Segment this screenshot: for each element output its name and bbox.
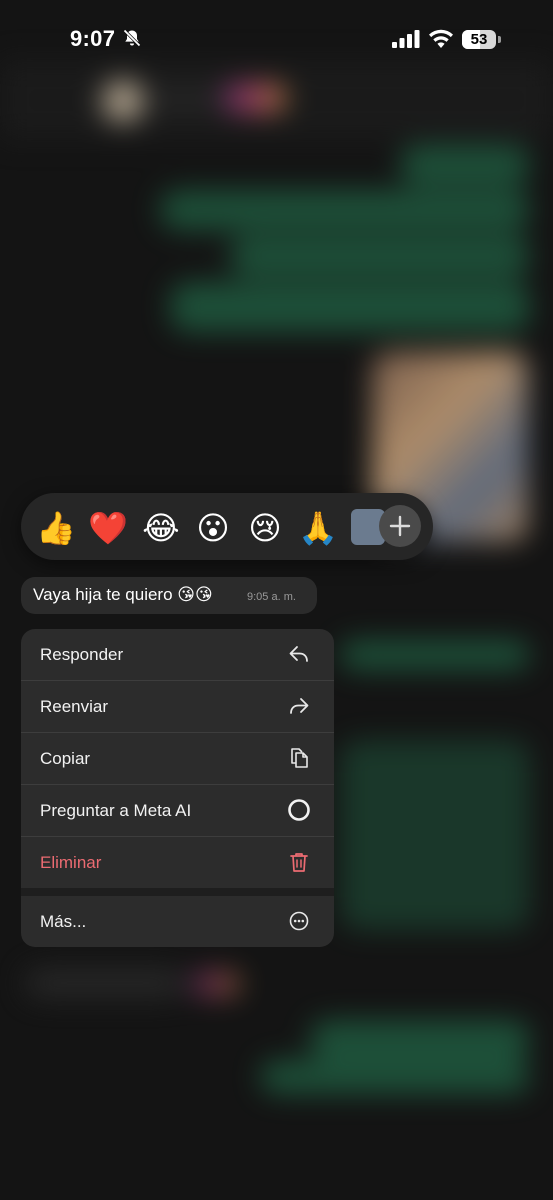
battery-level: 53 bbox=[470, 31, 488, 48]
bell-muted-icon bbox=[123, 29, 141, 47]
menu-item-label: Responder bbox=[40, 645, 124, 664]
reaction-praying[interactable]: 🙏 bbox=[298, 508, 338, 548]
bubble-blurred bbox=[25, 968, 185, 998]
message-context-menu: Responder Reenviar Copiar Preguntar a Me… bbox=[21, 629, 334, 947]
copy-icon bbox=[291, 748, 308, 768]
bubble-blurred bbox=[160, 190, 530, 230]
menu-item-reply[interactable]: Responder bbox=[21, 629, 334, 681]
reaction-crying[interactable]: 😢 bbox=[245, 508, 285, 548]
meta-ai-icon bbox=[288, 799, 310, 821]
contact-name-blurred bbox=[150, 88, 220, 110]
plus-icon bbox=[389, 515, 411, 537]
status-pill-blurred bbox=[222, 84, 286, 112]
menu-item-copy[interactable]: Copiar bbox=[21, 733, 334, 785]
menu-item-label: Preguntar a Meta AI bbox=[40, 801, 192, 820]
menu-item-label: Copiar bbox=[40, 749, 91, 768]
reaction-surprised[interactable]: 😮 bbox=[193, 508, 233, 548]
reaction-thumbs-up[interactable]: 👍 bbox=[36, 508, 76, 548]
status-bar: 9:07 53 bbox=[0, 0, 553, 80]
forward-icon bbox=[290, 698, 309, 714]
status-time: 9:07 bbox=[70, 26, 116, 51]
more-icon bbox=[289, 911, 309, 931]
menu-item-forward[interactable]: Reenviar bbox=[21, 681, 334, 733]
menu-item-label: Eliminar bbox=[40, 853, 102, 872]
menu-item-ask-meta-ai[interactable]: Preguntar a Meta AI bbox=[21, 785, 334, 837]
menu-item-label: Reenviar bbox=[40, 697, 109, 716]
menu-group-separator bbox=[21, 888, 334, 896]
selected-message-bubble[interactable]: Vaya hija te quiero 😘😘 9:05 a. m. bbox=[21, 577, 317, 614]
bubble-blurred bbox=[340, 640, 530, 670]
bubble-blurred bbox=[340, 740, 530, 930]
reply-icon bbox=[289, 646, 308, 662]
reaction-heart[interactable]: ❤️ bbox=[88, 508, 128, 548]
menu-item-more[interactable]: Más... bbox=[21, 896, 334, 947]
bubble-blurred bbox=[230, 236, 530, 276]
emoji-blurred bbox=[190, 972, 240, 996]
battery-indicator: 53 bbox=[462, 30, 502, 50]
bubble-blurred bbox=[260, 1060, 530, 1094]
reaction-laughing[interactable]: 😂 bbox=[141, 508, 181, 548]
bubble-blurred bbox=[170, 282, 530, 332]
contact-avatar-blurred bbox=[102, 80, 144, 122]
message-timestamp: 9:05 a. m. bbox=[247, 591, 296, 603]
menu-item-label: Más... bbox=[40, 912, 87, 931]
menu-item-delete[interactable]: Eliminar bbox=[21, 837, 334, 889]
message-text: Vaya hija te quiero 😘😘 bbox=[33, 585, 213, 604]
wifi-icon bbox=[429, 29, 453, 48]
bubble-blurred bbox=[400, 145, 530, 185]
bubble-blurred bbox=[310, 1020, 530, 1060]
more-reactions-button[interactable] bbox=[379, 505, 421, 547]
cellular-signal-icon bbox=[392, 30, 420, 48]
reaction-bar: 👍 ❤️ 😂 😮 😢 🙏 bbox=[21, 493, 433, 560]
trash-icon bbox=[290, 853, 308, 872]
